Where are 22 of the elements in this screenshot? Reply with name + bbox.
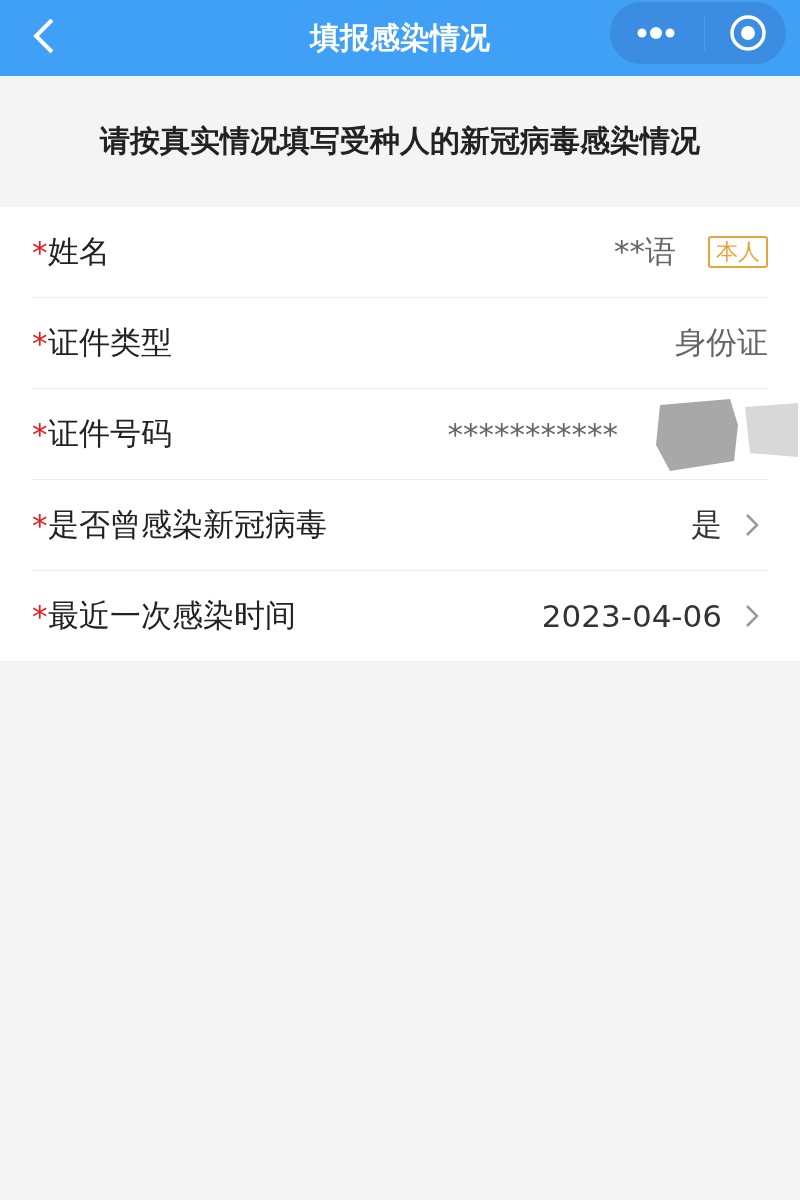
field-label: 姓名 [47, 232, 110, 271]
field-label: 最近一次感染时间 [47, 596, 296, 635]
required-mark: * [32, 507, 48, 543]
field-value: *********** [447, 416, 618, 452]
field-value[interactable]: 是 [691, 504, 722, 546]
required-mark: * [32, 416, 48, 452]
field-label: 证件类型 [47, 323, 172, 362]
required-mark: * [32, 234, 48, 270]
page-title: 填报感染情况 [310, 18, 490, 57]
chevron-icon[interactable] [744, 512, 760, 538]
self-tag: 本人 [708, 236, 768, 268]
required-mark: * [32, 325, 48, 361]
field-value: 身份证 [675, 323, 768, 362]
field-value: **语 [614, 232, 676, 271]
close-icon[interactable] [729, 14, 767, 52]
required-mark: * [32, 598, 48, 634]
field-label: 是否曾感染新冠病毒 [47, 505, 327, 544]
chevron-icon[interactable] [744, 603, 760, 629]
field-label: 证件号码 [47, 414, 172, 453]
more-icon[interactable] [636, 26, 676, 40]
field-value[interactable]: 2023-04-06 [541, 598, 722, 634]
notice-text: 请按真实情况填写受种人的新冠病毒感染情况 [100, 122, 700, 160]
